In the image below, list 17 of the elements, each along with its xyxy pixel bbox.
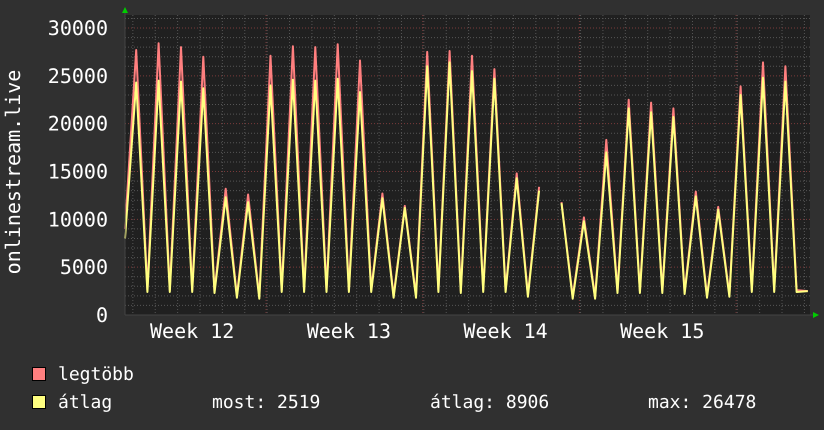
y-tick-label: 30000 [48, 16, 108, 40]
legend-label: legtöbb [58, 364, 135, 384]
y-tick-label: 5000 [60, 255, 108, 280]
x-tick-label: Week 13 [306, 319, 391, 343]
legend-stat: max: 26478 [648, 392, 756, 412]
y-tick-label: 0 [96, 303, 108, 327]
x-tick-label: Week 14 [463, 319, 548, 343]
y-tick-label: 20000 [48, 112, 108, 136]
x-tick-label: Week 12 [150, 319, 234, 343]
y-tick-label: 10000 [48, 207, 108, 232]
y-tick-label: 25000 [48, 64, 108, 88]
y-axis-label: onlinestream.live [1, 70, 25, 274]
legend-stat: átlag: 8906 [430, 392, 550, 412]
legend-label: átlag [58, 392, 114, 412]
legend-stat: most: 2519 [212, 392, 322, 412]
x-tick-label: Week 15 [620, 319, 704, 343]
y-tick-label: 15000 [48, 160, 108, 184]
